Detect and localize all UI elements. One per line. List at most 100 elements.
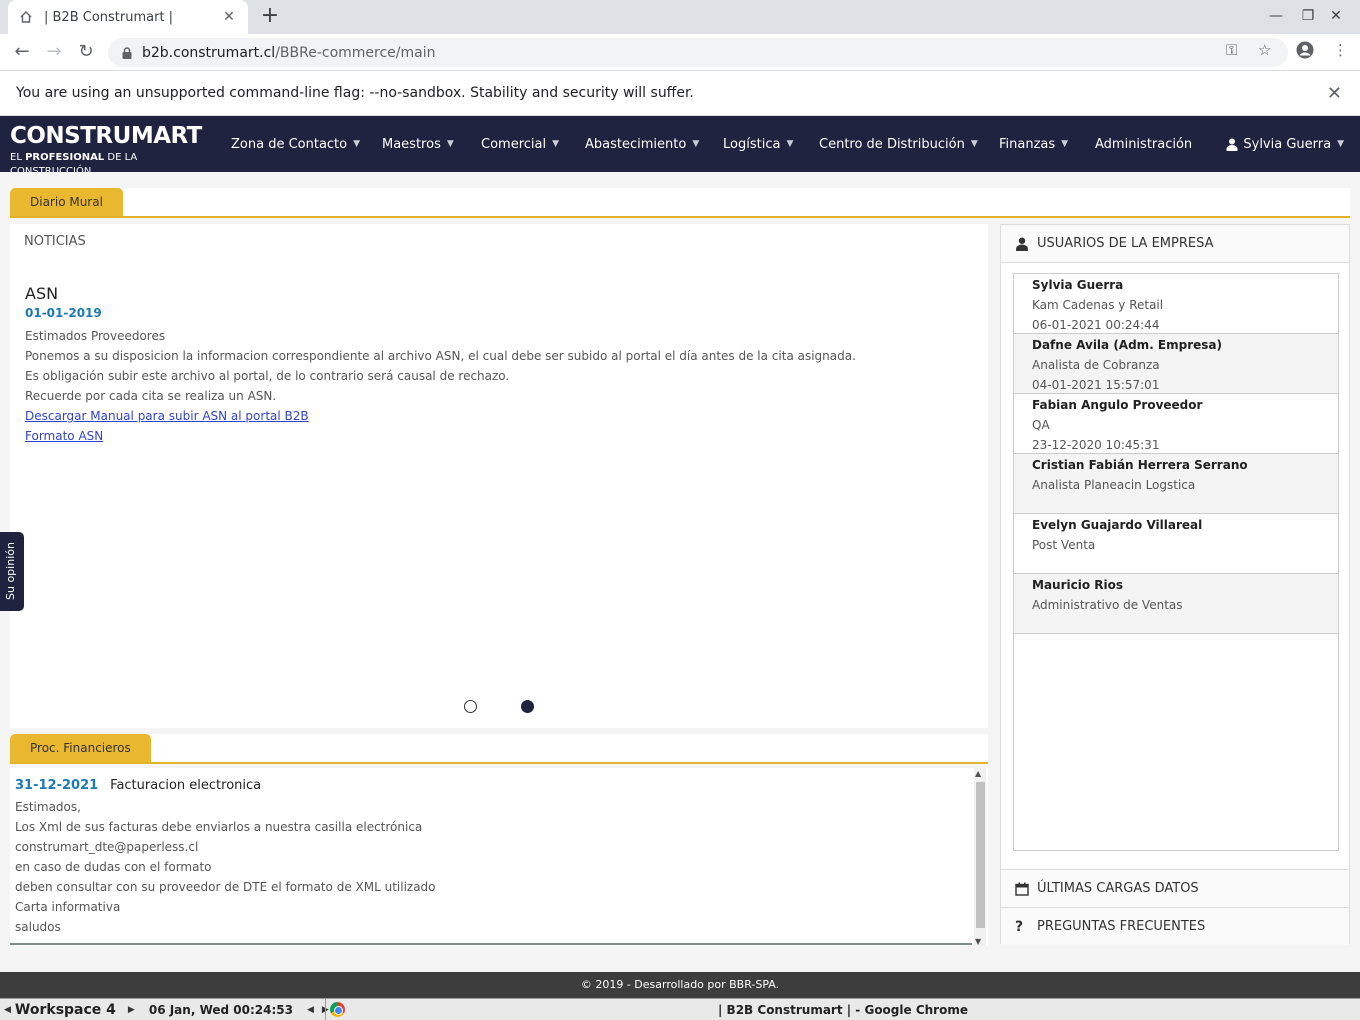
chevron-down-icon: ▼: [1061, 139, 1069, 149]
clock: 06 Jan, Wed 00:24:53: [148, 1002, 293, 1017]
news-date: 01-01-2019: [25, 306, 102, 320]
financial-content: 31-12-2021 Facturacion electronica Estima…: [10, 768, 972, 945]
chevron-down-icon: ▼: [786, 139, 794, 149]
carousel-dot-2[interactable]: [521, 700, 534, 713]
app-navbar: CONSTRUMART EL PROFESIONAL DE LA CONSTRU…: [0, 116, 1360, 177]
user-name: Dafne Avila (Adm. Empresa): [1032, 338, 1222, 352]
home-icon: [18, 9, 34, 25]
download-manual-link[interactable]: Descargar Manual para subir ASN al porta…: [25, 406, 856, 426]
user-name: Cristian Fabián Herrera Serrano: [1032, 458, 1248, 472]
news-header: NOTICIAS: [24, 234, 86, 249]
user-icon: [1226, 138, 1238, 151]
scroll-down-icon[interactable]: ▼: [975, 937, 981, 946]
question-icon: ?: [1015, 918, 1024, 935]
browser-tab[interactable]: | B2B Construmart | ✕: [8, 0, 248, 34]
preguntas-frecuentes-header[interactable]: ? PREGUNTAS FRECUENTES: [1001, 907, 1349, 945]
tab-close-icon[interactable]: ✕: [220, 9, 238, 25]
menu-logistica[interactable]: Logística ▼: [723, 116, 793, 172]
news-line: Ponemos a su disposicion la informacion …: [25, 349, 856, 363]
page-footer: © 2019 - Desarrollado por BBR-SPA.: [0, 972, 1360, 998]
user-icon: [1016, 237, 1028, 251]
chrome-icon: [330, 1002, 345, 1017]
chevron-down-icon: ▼: [552, 139, 560, 149]
restore-icon[interactable]: ❐: [1298, 8, 1318, 24]
infobar-text: You are using an unsupported command-lin…: [16, 85, 694, 101]
scroll-up-icon[interactable]: ▲: [975, 769, 981, 778]
back-icon[interactable]: ←: [10, 41, 34, 65]
star-icon[interactable]: ☆: [1258, 41, 1271, 59]
more-menu-icon[interactable]: ⋮: [1333, 41, 1348, 59]
user-name: Sylvia Guerra: [1243, 136, 1332, 152]
url-path: /BBRe-commerce/main: [275, 44, 436, 61]
ultimas-cargas-header[interactable]: ÚLTIMAS CARGAS DATOS: [1001, 869, 1349, 907]
scroll-thumb[interactable]: [976, 782, 985, 928]
carousel-dot-1[interactable]: [464, 700, 477, 713]
user-role: Kam Cadenas y Retail: [1032, 298, 1164, 312]
chevron-down-icon: ▼: [446, 139, 454, 149]
user-menu[interactable]: Sylvia Guerra ▼: [1226, 116, 1344, 172]
carousel-dots: [464, 700, 534, 713]
workspace-next-icon[interactable]: ▶: [128, 1005, 135, 1015]
menu-centro-distribucion[interactable]: Centro de Distribución ▼: [819, 116, 978, 172]
reload-icon[interactable]: ↻: [74, 41, 98, 65]
new-tab-button[interactable]: +: [258, 5, 282, 29]
financial-body: Estimados, Los Xml de sus facturas debe …: [15, 797, 967, 937]
profile-icon[interactable]: [1296, 41, 1314, 63]
os-taskbar: ◀ Workspace 4 ▶ 06 Jan, Wed 00:24:53 ◀ ▶…: [0, 998, 1360, 1020]
menu-abastecimiento[interactable]: Abastecimiento ▼: [585, 116, 699, 172]
taskbar-window-chrome[interactable]: | B2B Construmart | - Google Chrome: [325, 999, 1360, 1020]
user-last-login: 04-01-2021 15:57:01: [1032, 378, 1160, 392]
menu-finanzas[interactable]: Finanzas ▼: [999, 116, 1068, 172]
calendar-icon: [1015, 882, 1029, 896]
infobar-close-icon[interactable]: ✕: [1327, 83, 1342, 104]
user-name: Fabian Angulo Proveedor: [1032, 398, 1203, 412]
financial-title: Facturacion electronica: [110, 778, 262, 793]
menu-zona-contacto[interactable]: Zona de Contacto ▼: [231, 116, 360, 172]
news-line: Es obligación subir este archivo al port…: [25, 369, 510, 383]
financial-heading: 31-12-2021 Facturacion electronica: [15, 778, 967, 793]
tab-proc-financieros[interactable]: Proc. Financieros: [10, 734, 151, 762]
close-window-icon[interactable]: ✕: [1326, 8, 1346, 24]
financial-line: Los Xml de sus facturas debe enviarlos a…: [15, 820, 423, 834]
tab-title: | B2B Construmart |: [44, 9, 174, 25]
feedback-label: Su opinión: [4, 542, 17, 600]
financial-date: 31-12-2021: [15, 778, 99, 793]
financial-line: en caso de dudas con el formato: [15, 860, 212, 874]
financial-scrollbar[interactable]: ▲ ▼: [974, 768, 986, 946]
key-icon[interactable]: ⚿: [1226, 41, 1237, 59]
news-panel: NOTICIAS ASN 01-01-2019 Estimados Provee…: [10, 224, 988, 728]
user-last-login: 06-01-2021 00:24:44: [1032, 318, 1160, 332]
logo-main-text: CONSTRUMART: [10, 123, 202, 149]
financial-line: Carta informativa: [15, 900, 121, 914]
prev-window-icon[interactable]: ◀: [307, 1005, 314, 1015]
menu-administracion[interactable]: Administración: [1095, 116, 1192, 172]
news-line: Estimados Proveedores: [25, 329, 166, 343]
formato-asn-link[interactable]: Formato ASN: [25, 426, 856, 446]
address-bar[interactable]: b2b.construmart.cl/BBRe-commerce/main: [108, 38, 1288, 67]
news-line: Recuerde por cada cita se realiza un ASN…: [25, 389, 277, 403]
list-item: Cristian Fabián Herrera Serrano Analista…: [1014, 454, 1338, 514]
user-role: QA: [1032, 418, 1050, 432]
users-header[interactable]: USUARIOS DE LA EMPRESA: [1001, 225, 1349, 263]
preguntas-frecuentes-title: PREGUNTAS FRECUENTES: [1037, 919, 1206, 934]
browser-tabstrip: | B2B Construmart | ✕ + — ❐ ✕: [0, 0, 1360, 34]
news-body: Estimados Proveedores Ponemos a su dispo…: [25, 326, 856, 446]
sidebar: USUARIOS DE LA EMPRESA Sylvia Guerra Kam…: [1000, 224, 1350, 945]
chevron-down-icon: ▼: [692, 139, 700, 149]
user-role: Administrativo de Ventas: [1032, 598, 1183, 612]
url-host: b2b.construmart.cl: [142, 44, 276, 61]
menu-comercial[interactable]: Comercial ▼: [481, 116, 559, 172]
construmart-logo[interactable]: CONSTRUMART EL PROFESIONAL DE LA CONSTRU…: [10, 123, 205, 177]
chevron-down-icon: ▼: [1337, 139, 1344, 149]
tab-diario-mural[interactable]: Diario Mural: [10, 188, 123, 216]
main-tabbar: Diario Mural: [10, 188, 1350, 218]
user-last-login: 23-12-2020 10:45:31: [1032, 438, 1160, 452]
user-name: Mauricio Rios: [1032, 578, 1124, 592]
menu-maestros[interactable]: Maestros ▼: [382, 116, 454, 172]
minimize-icon[interactable]: —: [1266, 8, 1286, 24]
forward-icon[interactable]: →: [42, 41, 66, 65]
financial-line: saludos: [15, 920, 61, 934]
workspace-prev-icon[interactable]: ◀: [4, 1005, 11, 1015]
chevron-down-icon: ▼: [353, 139, 361, 149]
feedback-tab[interactable]: Su opinión: [0, 532, 24, 611]
